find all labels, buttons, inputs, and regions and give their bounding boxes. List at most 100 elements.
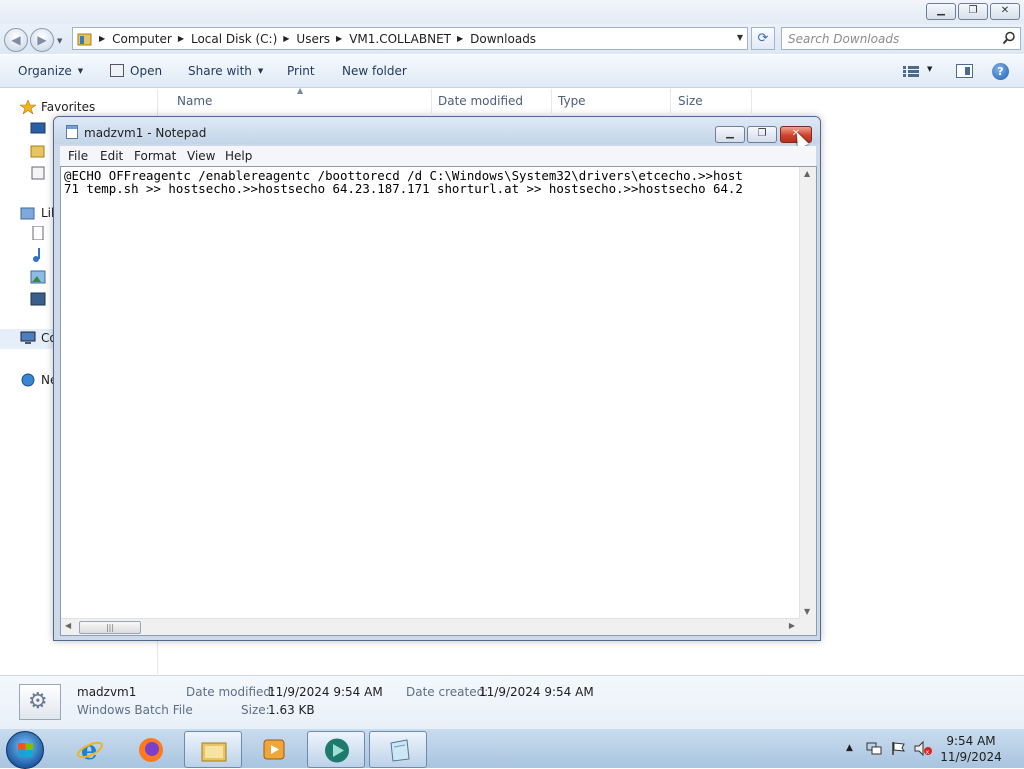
chevron-right-icon: ▶ — [99, 34, 106, 43]
organize-button[interactable]: Organize ▼ — [18, 64, 83, 78]
nav-item-videos[interactable] — [30, 292, 51, 306]
chevron-right-icon: ▶ — [457, 34, 464, 43]
details-size: 1.63 KB — [268, 703, 315, 717]
breadcrumb-users[interactable]: Users — [296, 32, 330, 46]
column-divider[interactable] — [431, 89, 432, 113]
maximize-button[interactable]: ❐ — [958, 3, 988, 20]
taskbar-firefox[interactable] — [122, 731, 180, 768]
nav-item-pictures[interactable] — [30, 270, 51, 284]
text-line-2: 71 temp.sh >> hostsecho.>>hostsecho 64.2… — [64, 181, 743, 196]
print-button[interactable]: Print — [287, 64, 315, 78]
refresh-button[interactable]: ⟳ — [751, 27, 775, 50]
firefox-icon — [139, 738, 163, 762]
menu-format[interactable]: Format — [134, 149, 176, 163]
taskbar-notepad[interactable] — [369, 731, 427, 768]
share-with-button[interactable]: Share with ▼ — [188, 64, 263, 78]
notepad-titlebar[interactable]: madzvm1 - Notepad ▁ ❐ ✕ — [54, 117, 820, 149]
details-file-type: Windows Batch File — [77, 703, 193, 717]
help-icon[interactable]: ? — [992, 63, 1009, 80]
column-name[interactable]: Name — [177, 94, 212, 108]
svg-text:x: x — [926, 749, 930, 756]
taskbar-file-explorer[interactable] — [184, 731, 242, 768]
menu-edit[interactable]: Edit — [100, 149, 123, 163]
address-bar[interactable]: ▶ Computer ▶ Local Disk (C:) ▶ Users ▶ V… — [72, 27, 748, 50]
nav-item-music[interactable] — [30, 248, 51, 262]
column-divider[interactable] — [670, 89, 671, 113]
batch-file-icon: ⚙ — [19, 684, 61, 720]
column-divider[interactable] — [751, 89, 752, 113]
nav-item-documents[interactable] — [30, 226, 51, 240]
downloads-folder-icon — [30, 145, 45, 158]
notepad-minimize-button[interactable]: ▁ — [715, 126, 745, 143]
network-icon — [21, 373, 35, 387]
show-hidden-icons-icon[interactable]: ▲ — [846, 743, 853, 753]
search-icon[interactable] — [1002, 31, 1016, 45]
column-date-modified[interactable]: Date modified — [438, 94, 523, 108]
open-icon — [110, 64, 124, 77]
nav-item-desktop[interactable] — [30, 122, 51, 136]
chevron-down-icon[interactable]: ▼ — [737, 33, 743, 42]
nav-item-network[interactable]: Ne — [20, 373, 57, 387]
clock-date: 11/9/2024 — [940, 750, 1002, 764]
menu-help[interactable]: Help — [225, 149, 252, 163]
network-tray-icon[interactable] — [866, 741, 882, 756]
notepad-icon — [390, 739, 410, 762]
back-button[interactable]: ◀ — [4, 28, 28, 52]
breadcrumb-user[interactable]: VM1.COLLABNET — [349, 32, 451, 46]
notepad-icon — [66, 125, 78, 139]
column-size[interactable]: Size — [678, 94, 703, 108]
recent-places-icon — [31, 166, 45, 180]
new-folder-button[interactable]: New folder — [342, 64, 407, 78]
scroll-up-icon[interactable]: ▲ — [804, 169, 810, 178]
breadcrumb-downloads[interactable]: Downloads — [470, 32, 536, 46]
notepad-text-area[interactable]: @ECHO OFFreagentc /enablereagentc /boott… — [60, 166, 817, 636]
column-divider[interactable] — [551, 89, 552, 113]
explorer-titlebar: ▁ ❐ ✕ — [0, 0, 1024, 24]
nav-item-recent[interactable] — [30, 166, 51, 180]
folder-icon — [77, 33, 92, 45]
scroll-right-icon[interactable]: ▶ — [789, 621, 795, 630]
menu-view[interactable]: View — [187, 149, 215, 163]
pictures-icon — [30, 270, 46, 284]
scroll-left-icon[interactable]: ◀ — [65, 621, 71, 630]
scroll-down-icon[interactable]: ▼ — [804, 607, 810, 616]
menu-file[interactable]: File — [68, 149, 88, 163]
horizontal-scrollbar[interactable]: ◀ ||| ▶ — [61, 618, 799, 635]
search-input[interactable] — [788, 29, 998, 49]
nav-item-favorites[interactable]: Favorites — [20, 100, 95, 114]
taskbar-internet-explorer[interactable]: e — [61, 731, 119, 768]
recent-pages-dropdown-icon[interactable]: ▼ — [57, 37, 62, 45]
system-clock[interactable]: 9:54 AM 11/9/2024 — [939, 733, 1003, 765]
details-date-modified-label: Date modified: — [186, 685, 276, 699]
svg-text:e: e — [81, 736, 98, 763]
views-icon[interactable] — [903, 66, 919, 77]
breadcrumb-computer[interactable]: Computer — [112, 32, 172, 46]
breadcrumb-local-disk[interactable]: Local Disk (C:) — [191, 32, 277, 46]
file-explorer-icon — [201, 742, 227, 762]
windows-start-orb[interactable] — [6, 731, 44, 769]
chevron-down-icon: ▼ — [257, 67, 264, 75]
action-center-flag-icon[interactable] — [891, 741, 906, 756]
forward-button[interactable]: ▶ — [30, 28, 54, 52]
notepad-maximize-button[interactable]: ❐ — [747, 126, 777, 143]
chevron-down-icon[interactable]: ▼ — [927, 65, 932, 73]
preview-pane-icon[interactable] — [956, 64, 973, 78]
open-button[interactable]: Open — [110, 64, 162, 78]
details-pane: ⚙ madzvm1 Windows Batch File Date modifi… — [0, 675, 1024, 728]
scrollbar-corner — [799, 618, 816, 635]
taskbar-app[interactable] — [307, 731, 365, 768]
vertical-scrollbar[interactable]: ▲ ▼ — [799, 167, 816, 618]
details-date-created: 11/9/2024 9:54 AM — [479, 685, 594, 699]
search-box — [781, 27, 1021, 50]
notepad-content[interactable]: @ECHO OFFreagentc /enablereagentc /boott… — [64, 169, 794, 614]
nav-item-downloads[interactable] — [30, 144, 51, 158]
taskbar-media-player[interactable] — [245, 731, 303, 768]
horizontal-scroll-thumb[interactable]: ||| — [79, 621, 141, 634]
close-button[interactable]: ✕ — [990, 3, 1020, 20]
command-bar: Organize ▼ Open Share with ▼ Print New fol… — [0, 55, 1024, 88]
nav-item-computer[interactable]: Co — [20, 331, 57, 345]
column-type[interactable]: Type — [558, 94, 586, 108]
column-headers: ▲ Name Date modified Type Size — [160, 86, 1024, 113]
volume-muted-icon[interactable]: x — [914, 741, 932, 756]
minimize-button[interactable]: ▁ — [926, 3, 956, 20]
